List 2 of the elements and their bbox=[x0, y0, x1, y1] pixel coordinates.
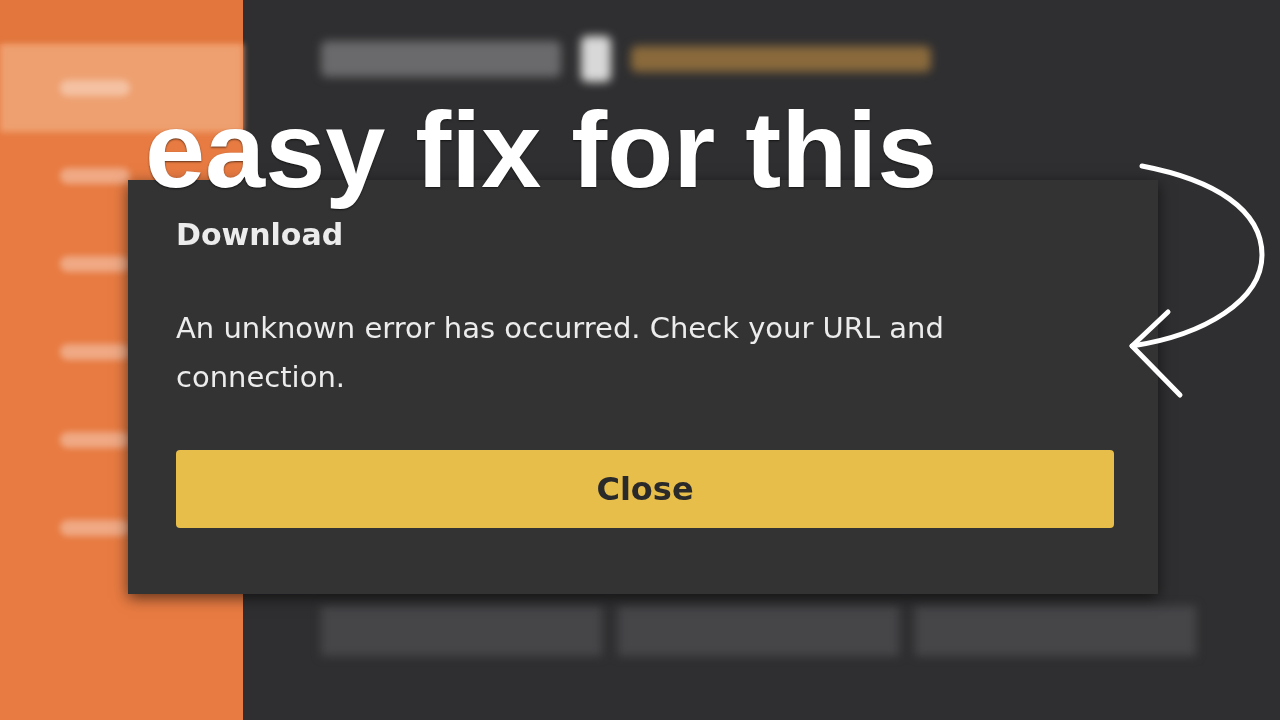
dialog-title: Download bbox=[176, 220, 345, 250]
error-message: An unknown error has occurred. Check your URL and connection. bbox=[176, 310, 945, 396]
